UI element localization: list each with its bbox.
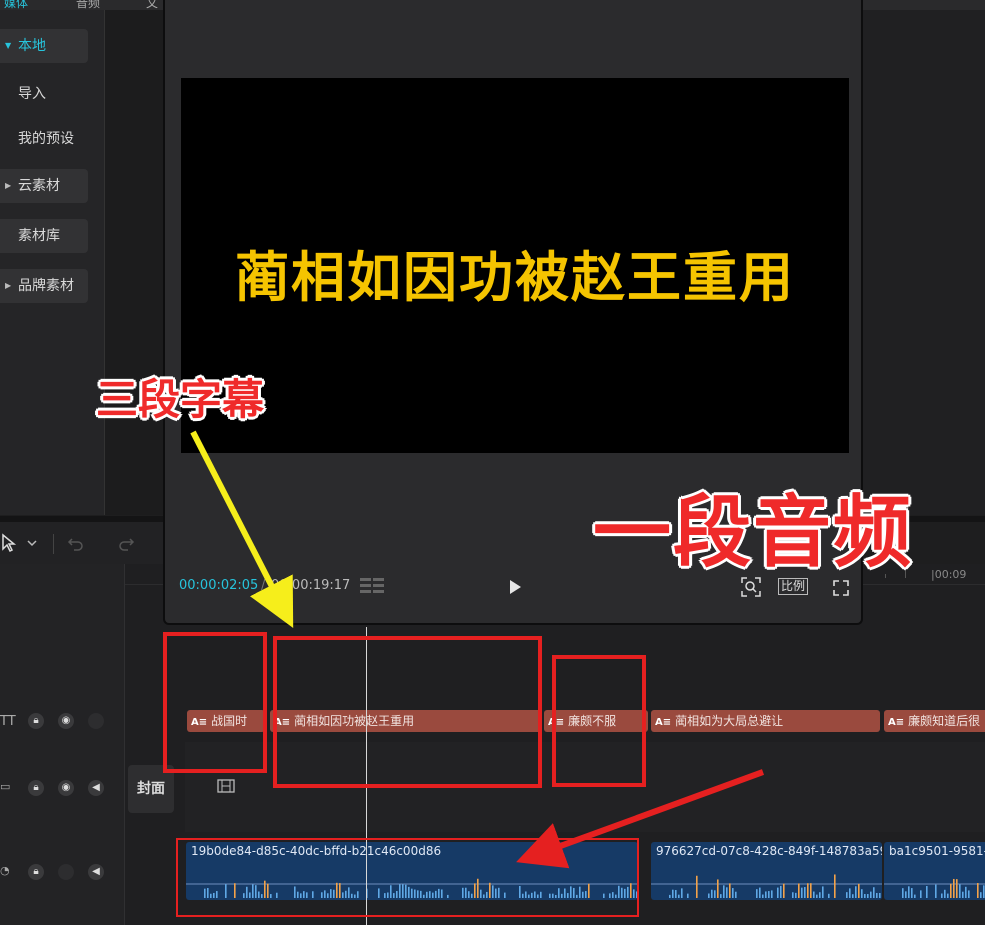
red-arrow xyxy=(516,769,765,869)
yellow-arrow xyxy=(190,430,294,629)
annotation-arrows xyxy=(190,430,765,869)
